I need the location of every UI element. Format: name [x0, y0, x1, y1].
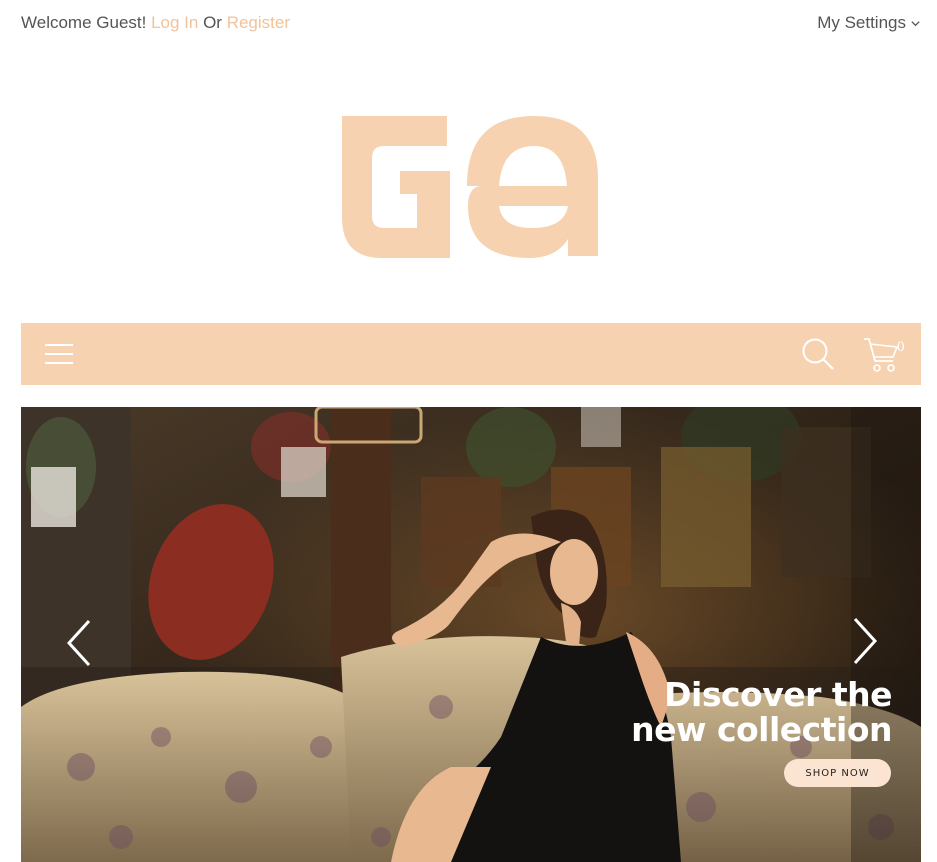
chevron-left-icon[interactable]	[61, 618, 101, 668]
login-link[interactable]: Log In	[151, 13, 198, 32]
settings-label: My Settings	[817, 13, 906, 32]
my-settings-dropdown[interactable]: My Settings	[817, 13, 921, 33]
hero-slider: Discover the new collection SHOP NOW	[21, 407, 921, 862]
headline-line-2: new collection	[631, 710, 892, 749]
shop-now-button[interactable]: SHOP NOW	[784, 759, 891, 787]
or-text: Or	[203, 13, 222, 32]
top-bar: Welcome Guest! Log In Or Register My Set…	[21, 12, 921, 34]
headline-line-1: Discover the	[664, 675, 892, 714]
welcome-text: Welcome Guest!	[21, 13, 147, 32]
hero-headline: Discover the new collection	[631, 677, 892, 747]
cart-count: 0	[897, 339, 905, 355]
search-icon[interactable]	[801, 337, 835, 371]
hamburger-icon[interactable]	[45, 342, 73, 366]
welcome-area: Welcome Guest! Log In Or Register	[21, 13, 290, 33]
cart-icon[interactable]	[863, 337, 901, 373]
register-link[interactable]: Register	[227, 13, 290, 32]
chevron-down-icon	[911, 20, 920, 26]
chevron-right-icon[interactable]	[845, 616, 885, 666]
hero-image	[21, 407, 921, 862]
main-navbar: 0	[21, 323, 921, 385]
brand-logo[interactable]	[342, 116, 600, 258]
